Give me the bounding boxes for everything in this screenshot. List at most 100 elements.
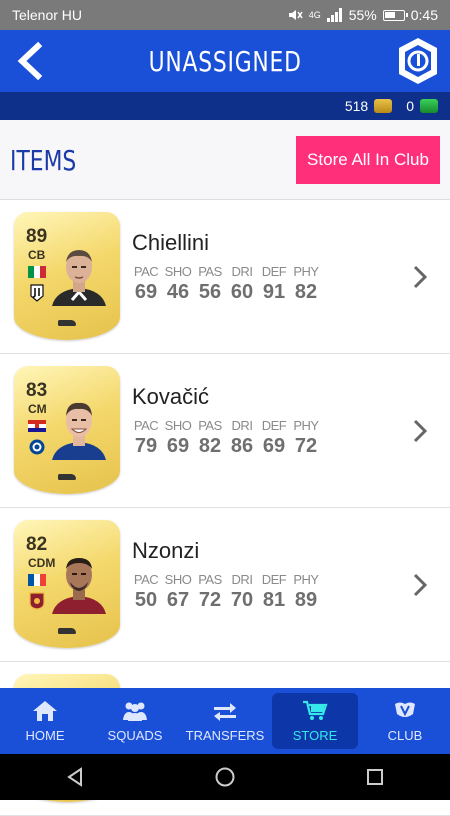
stat-value: 72 bbox=[294, 435, 318, 457]
android-back-icon[interactable] bbox=[64, 766, 86, 788]
stat-value: 56 bbox=[198, 281, 222, 303]
stat-label: PAS bbox=[198, 418, 222, 433]
items-header: ITEMS Store All In Club bbox=[0, 120, 450, 200]
stat-value: 60 bbox=[230, 281, 254, 303]
stat-value: 50 bbox=[134, 589, 158, 611]
nav-label: CLUB bbox=[387, 727, 423, 743]
clock: 0:45 bbox=[410, 7, 438, 23]
nav-label: TRANSFERS bbox=[185, 727, 265, 743]
stat-value: 67 bbox=[166, 589, 190, 611]
nav-label: HOME bbox=[25, 727, 65, 743]
nav-transfers[interactable]: TRANSFERS bbox=[182, 693, 268, 749]
stat-label: SHO bbox=[164, 418, 192, 433]
boot-icon bbox=[58, 474, 76, 480]
transfers-icon bbox=[214, 702, 236, 721]
stat-value: 89 bbox=[294, 589, 318, 611]
stat-value: 91 bbox=[262, 281, 286, 303]
chelsea-badge-icon bbox=[29, 439, 45, 455]
stat-label: PAS bbox=[198, 572, 222, 587]
stat-value: 81 bbox=[262, 589, 286, 611]
player-name: Chiellini bbox=[132, 230, 210, 255]
android-nav-bar bbox=[0, 754, 450, 800]
status-bar: Telenor HU 4G 55% 0:45 bbox=[0, 0, 450, 30]
carrier-label: Telenor HU bbox=[12, 7, 83, 23]
items-title: ITEMS bbox=[10, 144, 77, 177]
coins-value: 518 bbox=[344, 98, 369, 114]
bottom-nav: HOME SQUADS TRANSFERS STORE CLUB bbox=[0, 688, 450, 754]
signal-icon bbox=[326, 8, 342, 22]
player-row[interactable]: 89 CB Chiellini PAC 69 SHO 46 PAS 56 DRI 60 … bbox=[0, 200, 450, 354]
cart-icon bbox=[303, 700, 328, 720]
stat-label: PAC bbox=[133, 264, 159, 279]
stat-value: 79 bbox=[134, 435, 158, 457]
android-home-icon[interactable] bbox=[214, 766, 236, 788]
stat-label: PAC bbox=[133, 418, 159, 433]
player-stats: PAC 79 SHO 69 PAS 82 DRI 86 DEF 69 PHY 72 bbox=[132, 418, 320, 458]
stat-label: SHO bbox=[164, 572, 192, 587]
stat-value: 69 bbox=[262, 435, 286, 457]
stat-value: 69 bbox=[166, 435, 190, 457]
boot-icon bbox=[58, 320, 76, 326]
battery-icon bbox=[382, 9, 408, 21]
player-rating: 82 bbox=[26, 534, 48, 555]
nav-home[interactable]: HOME bbox=[2, 693, 88, 749]
croatia-flag-icon bbox=[28, 420, 46, 432]
player-photo bbox=[52, 558, 106, 614]
battery-percent: 55% bbox=[348, 7, 377, 23]
nav-store[interactable]: STORE bbox=[272, 693, 358, 749]
player-name: Kovačić bbox=[132, 384, 210, 409]
stat-value: 82 bbox=[294, 281, 318, 303]
player-position: CB bbox=[28, 248, 46, 262]
boot-icon bbox=[58, 628, 76, 634]
home-icon bbox=[33, 700, 57, 721]
stat-label: DRI bbox=[231, 418, 253, 433]
chevron-right-icon[interactable] bbox=[412, 418, 428, 444]
nav-label: STORE bbox=[292, 727, 338, 743]
squads-icon bbox=[123, 702, 147, 721]
stat-label: DEF bbox=[261, 572, 287, 587]
nav-label: SQUADS bbox=[107, 727, 163, 743]
player-position: CM bbox=[28, 402, 47, 416]
player-row[interactable]: 82 CDM Nzonzi PAC 50 SHO 67 PAS 72 DRI 70 DE… bbox=[0, 508, 450, 662]
chevron-right-icon[interactable] bbox=[412, 572, 428, 598]
companion-logo-icon[interactable] bbox=[396, 36, 440, 86]
stat-label: PHY bbox=[293, 572, 319, 587]
player-name: Nzonzi bbox=[132, 538, 200, 563]
stat-label: DEF bbox=[261, 418, 287, 433]
player-rating: 83 bbox=[26, 380, 48, 401]
club-icon bbox=[395, 702, 415, 717]
back-arrow-icon[interactable] bbox=[12, 40, 52, 82]
player-stats: PAC 69 SHO 46 PAS 56 DRI 60 DEF 91 PHY 82 bbox=[132, 264, 320, 304]
player-photo bbox=[52, 250, 106, 306]
stat-label: PHY bbox=[293, 418, 319, 433]
stat-value: 46 bbox=[166, 281, 190, 303]
nav-club[interactable]: CLUB bbox=[362, 693, 448, 749]
currency-bar: 518 0 bbox=[0, 92, 450, 120]
italy-flag-icon bbox=[28, 266, 46, 278]
chevron-right-icon[interactable] bbox=[412, 264, 428, 290]
player-row[interactable]: 83 CM Kovačić PAC 79 SHO 69 PAS 82 DRI 86 DE… bbox=[0, 354, 450, 508]
stat-label: DRI bbox=[231, 264, 253, 279]
player-stats: PAC 50 SHO 67 PAS 72 DRI 70 DEF 81 PHY 89 bbox=[132, 572, 320, 612]
stat-label: DRI bbox=[231, 572, 253, 587]
roma-badge-icon bbox=[29, 592, 45, 610]
player-card: 82 CDM bbox=[14, 520, 120, 648]
player-rating: 89 bbox=[26, 226, 48, 247]
stat-label: SHO bbox=[164, 264, 192, 279]
juventus-badge-icon bbox=[30, 284, 44, 302]
stat-label: PAC bbox=[133, 572, 159, 587]
stat-label: PAS bbox=[198, 264, 222, 279]
player-photo bbox=[52, 402, 106, 460]
stat-label: DEF bbox=[261, 264, 287, 279]
player-card: 83 CM bbox=[14, 366, 120, 494]
store-all-button[interactable]: Store All In Club bbox=[296, 136, 440, 184]
page-title: UNASSIGNED bbox=[148, 44, 302, 78]
android-recents-icon[interactable] bbox=[364, 766, 386, 788]
network-label: 4G bbox=[308, 10, 321, 20]
points-value: 0 bbox=[406, 98, 414, 114]
france-flag-icon bbox=[28, 574, 46, 586]
stat-label: PHY bbox=[293, 264, 319, 279]
stat-value: 72 bbox=[198, 589, 222, 611]
stat-value: 86 bbox=[230, 435, 254, 457]
nav-squads[interactable]: SQUADS bbox=[92, 693, 178, 749]
